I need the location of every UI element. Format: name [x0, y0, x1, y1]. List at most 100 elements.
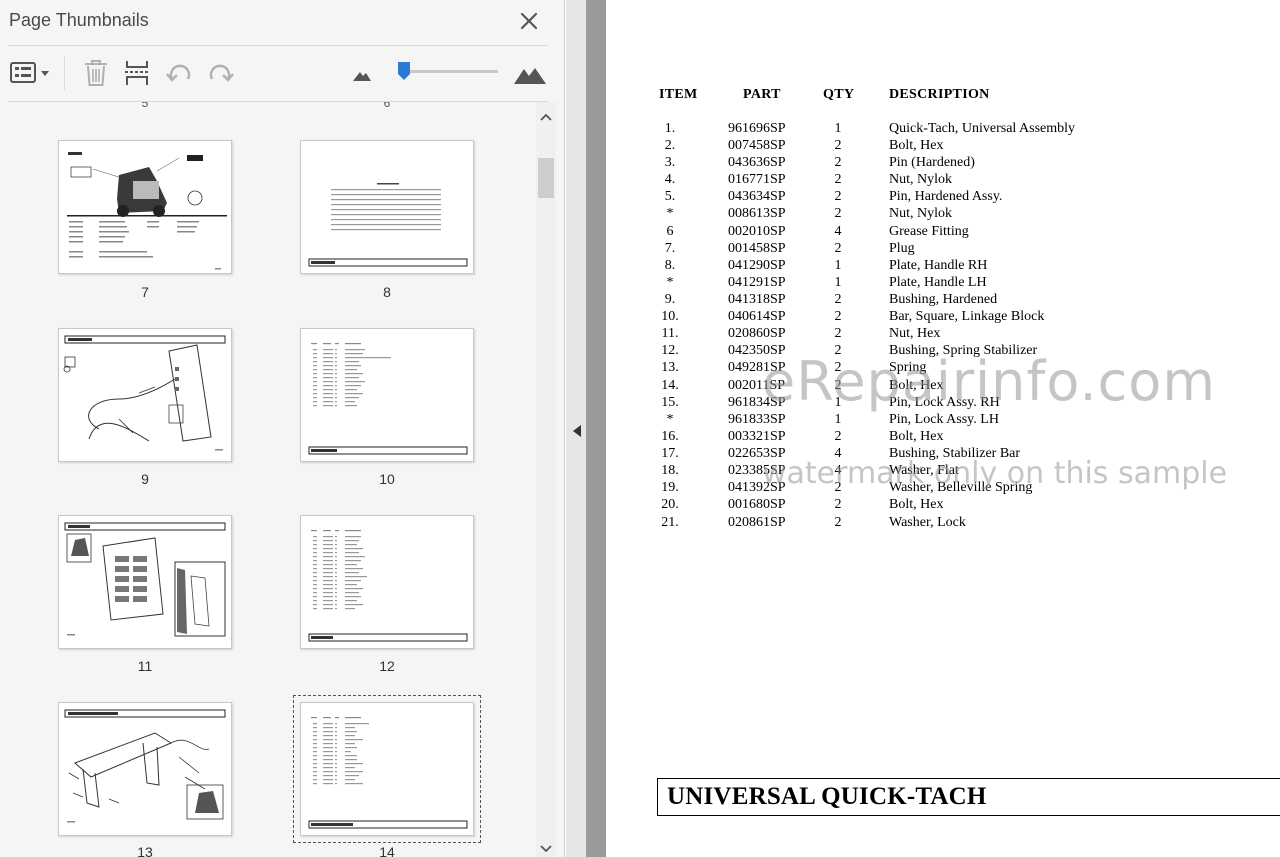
description: Pin, Hardened Assy.: [889, 189, 1003, 204]
part-number: 040614SP: [728, 309, 786, 324]
chevron-down-icon: [540, 845, 552, 853]
thumbnail-label-partial: 6: [383, 102, 391, 110]
item-number: 12.: [661, 343, 679, 358]
description: Plate, Handle RH: [889, 258, 988, 273]
page-12-preview: [308, 530, 468, 642]
part-number: 016771SP: [728, 172, 786, 187]
quantity: 2: [834, 155, 842, 170]
panel-header: Page Thumbnails: [0, 0, 565, 44]
table-row: * 041291SP 1 Plate, Handle LH: [606, 275, 1280, 292]
quantity: 2: [834, 189, 842, 204]
page-thumbnail-13[interactable]: [58, 702, 232, 836]
description: Pin (Hardened): [889, 155, 975, 170]
watermark-site: eRepairinfo.com: [762, 350, 1216, 413]
item-number: *: [666, 275, 674, 290]
page-thumbnails-panel: Page Thumbnails 5 6 7 8 9 10 11 12 13 14: [0, 0, 565, 857]
part-number: 043634SP: [728, 189, 786, 204]
description: Washer, Lock: [889, 515, 966, 530]
slider-handle-icon: [398, 62, 410, 80]
page-thumbnail-9[interactable]: [58, 328, 232, 462]
description: Plate, Handle LH: [889, 275, 987, 290]
triangle-left-icon: [573, 425, 581, 437]
item-number: *: [666, 412, 674, 427]
document-page: ITEM PART QTY DESCRIPTION 1. 961696SP 1 Qui…: [606, 0, 1280, 857]
item-number: 9.: [664, 292, 676, 307]
part-number: 007458SP: [728, 138, 786, 153]
quantity: 1: [834, 121, 842, 136]
description: Bolt, Hex: [889, 497, 944, 512]
table-row: 11. 020860SP 2 Nut, Hex: [606, 326, 1280, 343]
item-number: 1.: [664, 121, 676, 136]
page-thumbnail-14[interactable]: [293, 695, 481, 843]
thumbnails-toolbar: [0, 50, 565, 100]
item-number: 18.: [661, 463, 679, 478]
quantity: 1: [834, 258, 842, 273]
thumbnail-label-partial: 5: [141, 102, 149, 110]
smaller-thumbnails-button[interactable]: [350, 58, 374, 88]
rotate-clockwise-icon: [209, 64, 234, 82]
page-thumbnail-12[interactable]: [300, 515, 474, 649]
thumbnail-list[interactable]: 5 6 7 8 9 10 11 12 13 14: [0, 102, 536, 857]
description: Plug: [889, 241, 915, 256]
quantity: 2: [834, 292, 842, 307]
table-row: 1. 961696SP 1 Quick-Tach, Universal Assembl…: [606, 121, 1280, 138]
thumbnail-size-slider-handle[interactable]: [397, 61, 411, 81]
rotate-counterclockwise-button[interactable]: [164, 58, 194, 88]
page-11-preview: [64, 522, 226, 637]
scrollbar-thumb[interactable]: [538, 158, 554, 198]
scroll-up-button[interactable]: [536, 108, 556, 126]
table-row: 20. 001680SP 2 Bolt, Hex: [606, 497, 1280, 514]
part-number: 001458SP: [728, 241, 786, 256]
table-row: 10. 040614SP 2 Bar, Square, Linkage Block: [606, 309, 1280, 326]
item-number: *: [666, 206, 674, 221]
item-number: 2.: [664, 138, 676, 153]
part-number: 041318SP: [728, 292, 786, 307]
item-number: 6: [666, 224, 674, 239]
part-number: 961696SP: [728, 121, 786, 136]
large-mountain-icon: [514, 68, 546, 84]
page-7-preview: [67, 152, 227, 270]
page-thumbnail-8[interactable]: [300, 140, 474, 274]
chevron-up-icon: [540, 113, 552, 121]
quantity: 2: [834, 309, 842, 324]
scroll-down-button[interactable]: [536, 842, 556, 856]
part-number: 041291SP: [728, 275, 786, 290]
table-row: 8. 041290SP 1 Plate, Handle RH: [606, 258, 1280, 275]
thumbnail-label: 14: [379, 844, 395, 857]
larger-thumbnails-button[interactable]: [512, 58, 548, 88]
options-menu-button[interactable]: [8, 58, 54, 88]
trash-icon: [85, 60, 107, 86]
section-title-box: UNIVERSAL QUICK-TACH: [657, 778, 1280, 816]
table-row: 6 002010SP 4 Grease Fitting: [606, 224, 1280, 241]
table-row: 21. 020861SP 2 Washer, Lock: [606, 515, 1280, 532]
quantity: 2: [834, 326, 842, 341]
extract-pages-button[interactable]: [122, 58, 152, 88]
close-panel-button[interactable]: [516, 8, 542, 34]
delete-pages-button[interactable]: [82, 58, 110, 88]
thumbnail-size-slider-track[interactable]: [398, 70, 498, 73]
thumbnail-label: 12: [379, 658, 395, 674]
thumbnail-scrollbar[interactable]: [536, 102, 556, 857]
options-menu-icon: [10, 62, 49, 83]
page-thumbnail-7[interactable]: [58, 140, 232, 274]
table-row: 16. 003321SP 2 Bolt, Hex: [606, 429, 1280, 446]
item-number: 11.: [661, 326, 679, 341]
header-qty: QTY: [823, 87, 855, 102]
page-10-preview: [308, 343, 468, 455]
item-number: 14.: [661, 378, 679, 393]
page-9-preview: [63, 335, 226, 451]
item-number: 3.: [664, 155, 676, 170]
quantity: 2: [834, 172, 842, 187]
page-14-preview: [308, 717, 468, 829]
page-thumbnail-11[interactable]: [58, 515, 232, 649]
header-divider: [8, 45, 548, 46]
rotate-clockwise-button[interactable]: [206, 58, 236, 88]
collapse-panel-button[interactable]: [572, 424, 582, 438]
quantity: 2: [834, 138, 842, 153]
quantity: 2: [834, 429, 842, 444]
table-row: 7. 001458SP 2 Plug: [606, 241, 1280, 258]
thumbnail-label: 9: [141, 471, 149, 487]
page-thumbnail-10[interactable]: [300, 328, 474, 462]
part-number: 043636SP: [728, 155, 786, 170]
table-row: 2. 007458SP 2 Bolt, Hex: [606, 138, 1280, 155]
